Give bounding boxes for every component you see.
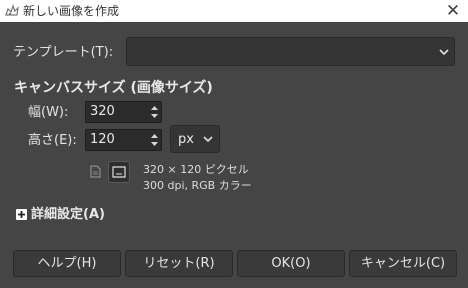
plus-expand-icon[interactable]: [16, 209, 27, 220]
gimp-wilber-icon: [5, 4, 19, 16]
close-icon[interactable]: ✕: [444, 1, 462, 21]
cancel-button[interactable]: キャンセル(C): [349, 250, 457, 277]
width-value: 320: [90, 104, 115, 119]
pixel-size-info: 320 × 120 ピクセル: [143, 163, 249, 176]
resolution-info: 300 dpi, RGB カラー: [143, 179, 252, 192]
template-label: テンプレート(T):: [13, 45, 114, 60]
unit-value: px: [178, 132, 194, 147]
chevron-down-icon: [203, 136, 213, 143]
spin-arrows-icon[interactable]: [150, 104, 159, 120]
landscape-button[interactable]: [108, 161, 130, 183]
height-value: 120: [90, 132, 115, 147]
landscape-icon: [112, 166, 126, 178]
canvas-size-heading: キャンバスサイズ (画像サイズ): [14, 80, 213, 96]
width-label: 幅(W):: [28, 105, 69, 120]
window-title: 新しい画像を作成: [23, 4, 120, 18]
reset-button[interactable]: リセット(R): [125, 250, 233, 277]
ok-button[interactable]: OK(O): [237, 250, 345, 277]
title-bar: 新しい画像を作成 ✕: [0, 0, 468, 22]
unit-select[interactable]: px: [170, 125, 220, 153]
height-label: 高さ(E):: [28, 133, 77, 148]
height-input[interactable]: 120: [85, 129, 162, 151]
help-button[interactable]: ヘルプ(H): [13, 250, 121, 277]
advanced-options-toggle[interactable]: 詳細設定(A): [31, 207, 105, 223]
width-input[interactable]: 320: [85, 101, 162, 123]
portrait-icon[interactable]: [90, 165, 101, 178]
template-combo[interactable]: [126, 37, 455, 66]
spin-arrows-icon[interactable]: [150, 132, 159, 148]
chevron-down-icon: [439, 49, 449, 56]
